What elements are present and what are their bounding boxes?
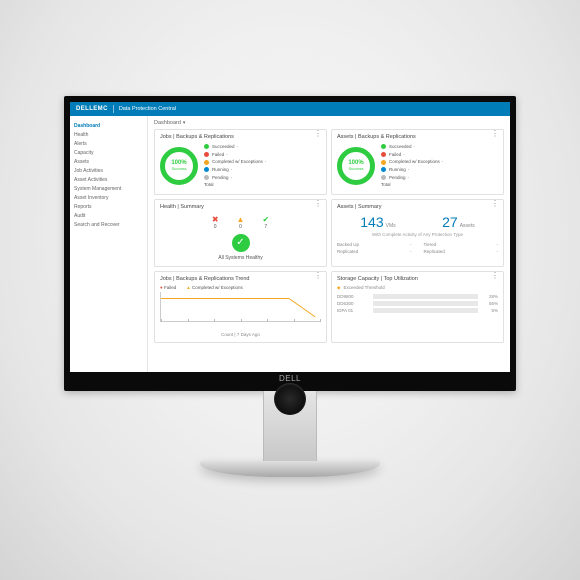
- card-title: Jobs | Backups & Replications Trend: [160, 276, 321, 282]
- storage-row: DD630055%: [337, 301, 498, 306]
- sidebar-item-dashboard[interactable]: Dashboard: [74, 121, 143, 130]
- health-state: ▲0: [237, 215, 245, 230]
- legend-item: Total: [381, 181, 443, 189]
- assets-subtext: With Complete Activity of Any Protection…: [337, 232, 498, 237]
- legend-item: Succeeded-: [381, 143, 443, 151]
- legend: Succeeded-Failed-Completed w/ Exceptions…: [381, 143, 443, 189]
- check-icon: ✓: [232, 234, 250, 252]
- legend-item: Completed w/ Exceptions-: [381, 158, 443, 166]
- bezel: DELLEMC Data Protection Central Dashboar…: [64, 96, 516, 391]
- trend-chart: [160, 292, 321, 322]
- chevron-down-icon: ▾: [181, 120, 186, 126]
- main-content: Dashboard▾ ⋮ Jobs | Backups & Replicatio…: [148, 116, 510, 372]
- more-icon[interactable]: ⋮: [491, 274, 500, 278]
- legend: Succeeded-Failed-Completed w/ Exceptions…: [204, 143, 266, 189]
- breadcrumb-label: Dashboard: [154, 120, 181, 126]
- sidebar-item-audit[interactable]: Audit: [74, 211, 143, 220]
- storage-chart: DD980028% DD630055% IDPA 015%: [337, 294, 498, 313]
- legend-item: Running-: [204, 166, 266, 174]
- card-title: Health | Summary: [160, 204, 321, 210]
- health-message: All Systems Healthy: [160, 255, 321, 261]
- more-icon[interactable]: ⋮: [314, 132, 323, 136]
- more-icon[interactable]: ⋮: [491, 202, 500, 206]
- product-name: Data Protection Central: [119, 106, 176, 112]
- legend-item: Pending-: [381, 174, 443, 182]
- storage-row: IDPA 015%: [337, 308, 498, 313]
- breadcrumb[interactable]: Dashboard▾: [154, 120, 504, 126]
- sidebar-item-asset-inventory[interactable]: Asset Inventory: [74, 193, 143, 202]
- success-donut: 100% Success: [337, 147, 375, 185]
- sidebar-item-asset-activities[interactable]: Asset Activities: [74, 175, 143, 184]
- sidebar: DashboardHealthAlertsCapacityAssetsJob A…: [70, 116, 148, 372]
- more-icon[interactable]: ⋮: [314, 274, 323, 278]
- monitor-base: [200, 461, 380, 477]
- health-state: ✖0: [212, 215, 219, 230]
- card-title: Storage Capacity | Top Utilization: [337, 276, 498, 282]
- more-icon[interactable]: ⋮: [314, 202, 323, 206]
- sidebar-item-assets[interactable]: Assets: [74, 157, 143, 166]
- legend-item: Failed-: [381, 151, 443, 159]
- monitor-stand: [263, 391, 317, 461]
- legend-item: Running-: [381, 166, 443, 174]
- health-state: ✔7: [262, 215, 269, 230]
- legend-item: Failed-: [204, 151, 266, 159]
- topbar: DELLEMC Data Protection Central: [70, 102, 510, 116]
- asset-count: 27: [442, 214, 458, 230]
- legend-item: Total: [204, 181, 266, 189]
- sidebar-item-capacity[interactable]: Capacity: [74, 148, 143, 157]
- success-donut: 100% Success: [160, 147, 198, 185]
- card-trend: ⋮ Jobs | Backups & Replications Trend ● …: [154, 271, 327, 343]
- card-title: Assets | Summary: [337, 204, 498, 210]
- warning-icon: ◆: [337, 285, 340, 291]
- sidebar-item-health[interactable]: Health: [74, 130, 143, 139]
- card-storage-capacity: ⋮ Storage Capacity | Top Utilization ◆Ex…: [331, 271, 504, 343]
- brand-logo: DELLEMC: [76, 106, 108, 112]
- card-jobs-backups: ⋮ Jobs | Backups & Replications 100% Suc…: [154, 129, 327, 195]
- sidebar-item-search-and-recover[interactable]: Search and Recover: [74, 220, 143, 229]
- x-axis-label: Count | 7 Days Ago: [160, 332, 321, 337]
- health-icons: ✖0 ▲0 ✔7: [160, 215, 321, 230]
- sidebar-item-reports[interactable]: Reports: [74, 202, 143, 211]
- more-icon[interactable]: ⋮: [491, 132, 500, 136]
- card-title: Assets | Backups & Replications: [337, 134, 498, 140]
- storage-row: DD980028%: [337, 294, 498, 299]
- legend: ● Failed▲ Completed w/ Exceptions: [160, 285, 321, 290]
- card-title: Jobs | Backups & Replications: [160, 134, 321, 140]
- legend-item: Pending-: [204, 174, 266, 182]
- sidebar-item-alerts[interactable]: Alerts: [74, 139, 143, 148]
- vm-count: 143: [360, 214, 383, 230]
- card-health-summary: ⋮ Health | Summary ✖0 ▲0 ✔7 ✓ All Systems …: [154, 199, 327, 267]
- sidebar-item-job-activities[interactable]: Job Activities: [74, 166, 143, 175]
- legend-item: Succeeded-: [204, 143, 266, 151]
- card-assets-backups: ⋮ Assets | Backups & Replications 100% S…: [331, 129, 504, 195]
- topbar-divider: [113, 105, 114, 113]
- legend-item: Completed w/ Exceptions-: [204, 158, 266, 166]
- dell-logo: DELL: [70, 374, 510, 383]
- sidebar-item-system-management[interactable]: System Management: [74, 184, 143, 193]
- monitor: DELLEMC Data Protection Central Dashboar…: [64, 96, 516, 477]
- app-screen: DELLEMC Data Protection Central Dashboar…: [70, 102, 510, 372]
- card-assets-summary: ⋮ Assets | Summary 143VMs 27Assets With …: [331, 199, 504, 267]
